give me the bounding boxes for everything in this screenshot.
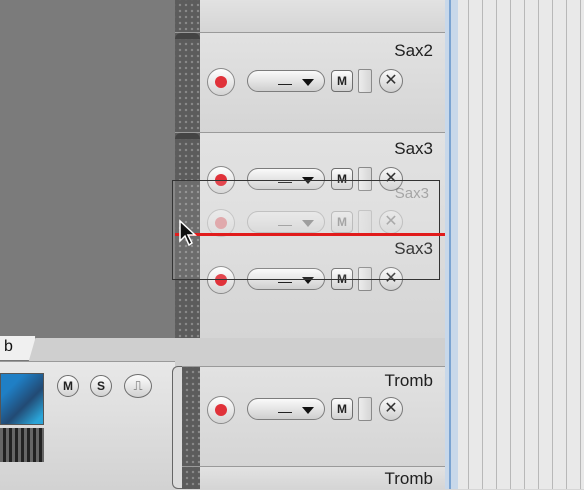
- mute-button[interactable]: M: [331, 70, 353, 92]
- group-mute-button[interactable]: M: [57, 375, 79, 397]
- track-name[interactable]: Sax3: [394, 139, 433, 159]
- grid-line: [482, 0, 483, 489]
- dropdown-value: —: [278, 403, 292, 419]
- close-icon[interactable]: ✕: [379, 69, 403, 93]
- instrument-thumbnail[interactable]: [0, 373, 44, 425]
- grid-line: [580, 0, 581, 489]
- close-icon[interactable]: ✕: [379, 397, 403, 421]
- grid-line: [552, 0, 553, 489]
- input-routing-dropdown[interactable]: —: [247, 70, 325, 92]
- track-name[interactable]: Sax2: [394, 41, 433, 61]
- grid-line: [524, 0, 525, 489]
- track-drag-handle[interactable]: [175, 33, 200, 132]
- chevron-down-icon: [302, 407, 314, 414]
- waveform-icon[interactable]: ⎍: [124, 374, 152, 398]
- pointer-cursor-icon: [179, 219, 197, 247]
- track-name[interactable]: Tromb: [385, 371, 434, 391]
- level-meter: [358, 397, 372, 421]
- track-header-partial[interactable]: [175, 0, 445, 32]
- record-arm-button[interactable]: [207, 68, 235, 96]
- level-meter: [358, 69, 372, 93]
- group-solo-button[interactable]: S: [90, 375, 112, 397]
- instrument-group-panel: M S ⎍: [0, 361, 175, 490]
- grid-line: [566, 0, 567, 489]
- track-header-tromb-2[interactable]: Tromb: [182, 466, 445, 489]
- playhead[interactable]: [445, 0, 458, 489]
- grid-line: [496, 0, 497, 489]
- record-arm-button[interactable]: [207, 396, 235, 424]
- grid-line: [510, 0, 511, 489]
- track-drag-handle[interactable]: [175, 0, 200, 32]
- track-drag-handle[interactable]: [182, 467, 200, 489]
- input-routing-dropdown[interactable]: —: [247, 398, 325, 420]
- chevron-down-icon: [302, 79, 314, 86]
- drop-insert-indicator: [175, 233, 445, 236]
- mute-button[interactable]: M: [331, 398, 353, 420]
- track-name[interactable]: Tromb: [385, 469, 434, 489]
- dropdown-value: —: [278, 75, 292, 91]
- group-bracket: [172, 366, 182, 489]
- drag-selection-box: [172, 180, 440, 280]
- grid-line: [538, 0, 539, 489]
- empty-track-area: [0, 0, 176, 338]
- grid-line: [468, 0, 469, 489]
- timeline-grid[interactable]: [458, 0, 584, 489]
- track-header-sax2[interactable]: Sax2 — M ✕: [175, 32, 445, 132]
- grip-cap: [175, 33, 200, 39]
- track-header-tromb[interactable]: Tromb — M ✕: [182, 366, 445, 466]
- track-drag-handle[interactable]: [182, 367, 200, 466]
- grip-cap: [175, 133, 200, 139]
- instrument-thumbnail-secondary[interactable]: [0, 428, 44, 462]
